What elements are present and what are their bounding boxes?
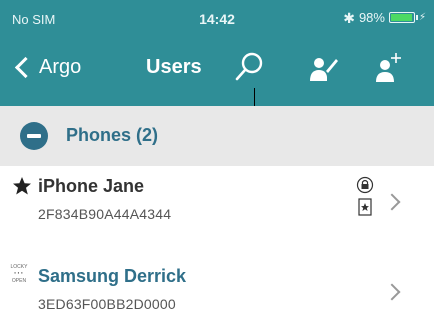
back-button[interactable]: Argo <box>14 51 81 83</box>
battery-icon <box>388 12 418 23</box>
battery-percent: 98% <box>358 10 385 25</box>
section-title: Phones (2) <box>66 125 159 145</box>
back-label: Argo <box>39 55 82 78</box>
navigation-bar: Argo Users <box>0 45 434 89</box>
status-right: ✱ 98% ⚡ <box>343 10 426 25</box>
top-bar: No SIM 14:42 ✱ 98% ⚡ Argo Users <box>0 0 434 106</box>
chevron-right-icon <box>383 283 401 301</box>
search-icon[interactable] <box>232 49 268 85</box>
device-id: 3ED63F00BB2D0000 <box>38 296 176 312</box>
dots-icon: LOCKY ⋯ OPEN <box>8 264 30 288</box>
device-id: 2F834B90A44A4344 <box>38 206 172 222</box>
status-bar: No SIM 14:42 ✱ 98% ⚡ <box>0 0 434 38</box>
star-card-icon <box>358 198 372 221</box>
section-header-phones[interactable]: Phones (2) <box>0 106 434 166</box>
chevron-left-icon <box>14 56 37 78</box>
dots-label-bottom: OPEN <box>11 278 27 284</box>
chevron-right-icon <box>383 193 401 211</box>
add-user-icon[interactable] <box>370 49 406 85</box>
device-name: iPhone Jane <box>38 176 145 196</box>
star-icon <box>12 176 32 201</box>
lock-icon <box>356 176 374 199</box>
page-title: Users <box>146 56 202 78</box>
minus-circle-icon[interactable] <box>20 122 48 150</box>
list-item[interactable]: iPhone Jane 2F834B90A44A4344 <box>0 166 434 242</box>
device-name: Samsung Derrick <box>38 266 187 286</box>
edit-user-icon[interactable] <box>306 49 342 85</box>
bluetooth-icon: ✱ <box>343 9 355 26</box>
charging-icon: ⚡ <box>418 12 426 23</box>
list-item[interactable]: LOCKY ⋯ OPEN Samsung Derrick 3ED63F00BB2… <box>0 256 434 332</box>
